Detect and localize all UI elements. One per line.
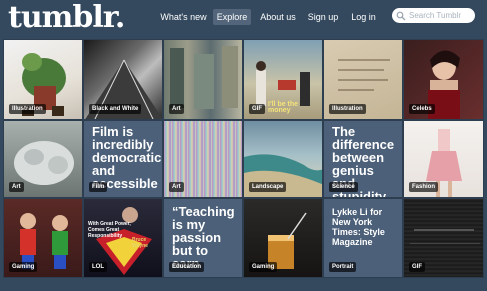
tile-art-1[interactable]: Art <box>163 39 243 120</box>
gif-caption: I'll be the money <box>268 101 299 114</box>
tag-label[interactable]: GIF <box>409 262 425 272</box>
search-box[interactable] <box>392 8 475 23</box>
tag-label[interactable]: Celebs <box>409 104 435 114</box>
tag-label[interactable]: Education <box>169 262 205 272</box>
tile-art-2[interactable]: Art <box>3 120 83 198</box>
tag-label[interactable]: Portrait <box>329 262 357 272</box>
tile-science-quote[interactable]: The difference between genius and stupid… <box>323 120 403 198</box>
nav-explore[interactable]: Explore <box>213 9 251 25</box>
nav-whats-new[interactable]: What's new <box>157 9 210 25</box>
tag-label[interactable]: Film <box>89 182 108 192</box>
meme-caption-2: Bruce Wayne <box>132 237 148 249</box>
tile-celebs[interactable]: Celebs <box>403 39 484 120</box>
tag-label[interactable]: Landscape <box>249 182 287 192</box>
tag-label[interactable]: Black and White <box>89 104 142 114</box>
nav-log-in[interactable]: Log in <box>347 9 380 25</box>
tag-label[interactable]: Gaming <box>9 262 38 272</box>
tile-education-quote[interactable]: “Teaching is my passion but to earn Educ… <box>163 198 243 278</box>
tile-gif-2[interactable]: GIF <box>403 198 484 278</box>
tile-art-3[interactable]: Art <box>163 120 243 198</box>
tag-label[interactable]: Art <box>169 104 184 114</box>
tile-gaming-1[interactable]: Gaming <box>3 198 83 278</box>
tile-landscape[interactable]: Landscape <box>243 120 323 198</box>
tile-portrait[interactable]: Lykke Li for New York Times: Style Magaz… <box>323 198 403 278</box>
search-input[interactable] <box>409 8 471 23</box>
film-quote-text: Film is incredibly democratic and access… <box>92 124 162 191</box>
tile-lol[interactable]: With Great Power, Comes Great Responsibi… <box>83 198 163 278</box>
tumblr-logo[interactable]: tumblr. <box>8 0 125 36</box>
explore-grid: Illustration Black and White Art I'll be… <box>3 39 484 291</box>
tile-gaming-2[interactable]: Gaming <box>243 198 323 278</box>
tag-label[interactable]: Illustration <box>9 104 46 114</box>
nav-about-us[interactable]: About us <box>256 9 300 25</box>
tag-label[interactable]: Fashion <box>409 182 439 192</box>
tag-label[interactable]: Illustration <box>329 104 366 114</box>
tile-illustration-1[interactable]: Illustration <box>3 39 83 120</box>
nav-sign-up[interactable]: Sign up <box>305 9 341 25</box>
tag-label[interactable]: Science <box>329 182 358 192</box>
tag-label[interactable]: Art <box>9 182 24 192</box>
meme-caption: With Great Power, Comes Great Responsibi… <box>88 221 131 239</box>
tile-film-quote[interactable]: Film is incredibly democratic and access… <box>83 120 163 198</box>
search-icon <box>396 11 406 21</box>
tile-gif-1[interactable]: I'll be the money GIF <box>243 39 323 120</box>
tile-illustration-2[interactable]: Illustration <box>323 39 403 120</box>
tile-fashion[interactable]: Fashion <box>403 120 484 198</box>
tag-label[interactable]: GIF <box>249 104 265 114</box>
top-bar: tumblr. What's new Explore About us Sign… <box>0 0 487 38</box>
tag-label[interactable]: Art <box>169 182 184 192</box>
education-quote-text: “Teaching is my passion but to earn <box>172 204 235 270</box>
tile-black-and-white[interactable]: Black and White <box>83 39 163 120</box>
tag-label[interactable]: Gaming <box>249 262 278 272</box>
portrait-title-text: Lykke Li for New York Times: Style Magaz… <box>332 207 385 247</box>
tag-label[interactable]: LOL <box>89 262 107 272</box>
